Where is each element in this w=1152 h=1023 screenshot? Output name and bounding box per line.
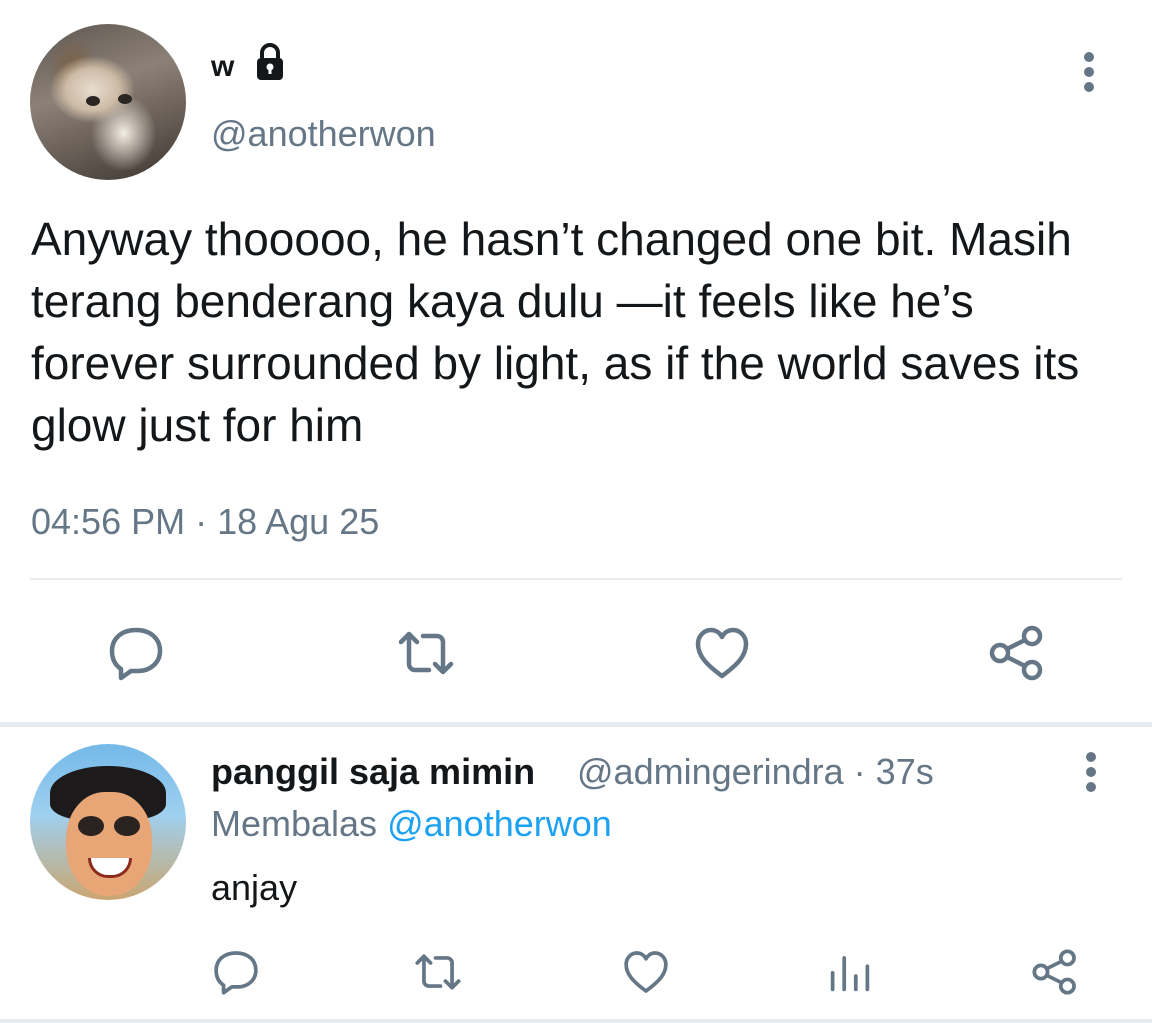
share-icon[interactable] (988, 624, 1046, 682)
tweet-text: Anyway thooooo, he hasn’t changed one bi… (31, 213, 1080, 451)
reply-avatar[interactable] (30, 744, 186, 900)
lock-icon (249, 42, 291, 82)
reply-display-name[interactable]: panggil saja mimin (211, 752, 535, 792)
section-divider (0, 722, 1152, 727)
share-icon[interactable] (1031, 948, 1079, 996)
user-display-name[interactable]: w (211, 50, 234, 84)
like-icon[interactable] (693, 624, 751, 682)
user-handle[interactable]: @anotherwon (211, 114, 436, 154)
reply-icon[interactable] (212, 948, 260, 996)
replying-to: Membalas @anotherwon (211, 804, 612, 844)
main-tweet: w @anotherwon Anyway thooooo, he hasn’t … (0, 0, 1152, 722)
analytics-icon[interactable] (826, 948, 874, 996)
reply-handle-time[interactable]: @admingerindra · 37s (577, 752, 934, 792)
more-icon[interactable] (1076, 52, 1102, 98)
divider (30, 578, 1122, 580)
tweet-timestamp[interactable]: 04:56 PM · 18 Agu 25 (31, 500, 379, 544)
replying-prefix: Membalas (211, 803, 378, 844)
more-icon[interactable] (1078, 752, 1104, 798)
avatar[interactable] (30, 24, 186, 180)
replying-to-link[interactable]: @anotherwon (387, 803, 612, 844)
like-icon[interactable] (622, 948, 670, 996)
reply-text: anjay (211, 867, 298, 908)
divider (0, 1019, 1152, 1023)
retweet-icon[interactable] (414, 948, 462, 996)
reply-icon[interactable] (107, 624, 165, 682)
retweet-icon[interactable] (397, 624, 455, 682)
